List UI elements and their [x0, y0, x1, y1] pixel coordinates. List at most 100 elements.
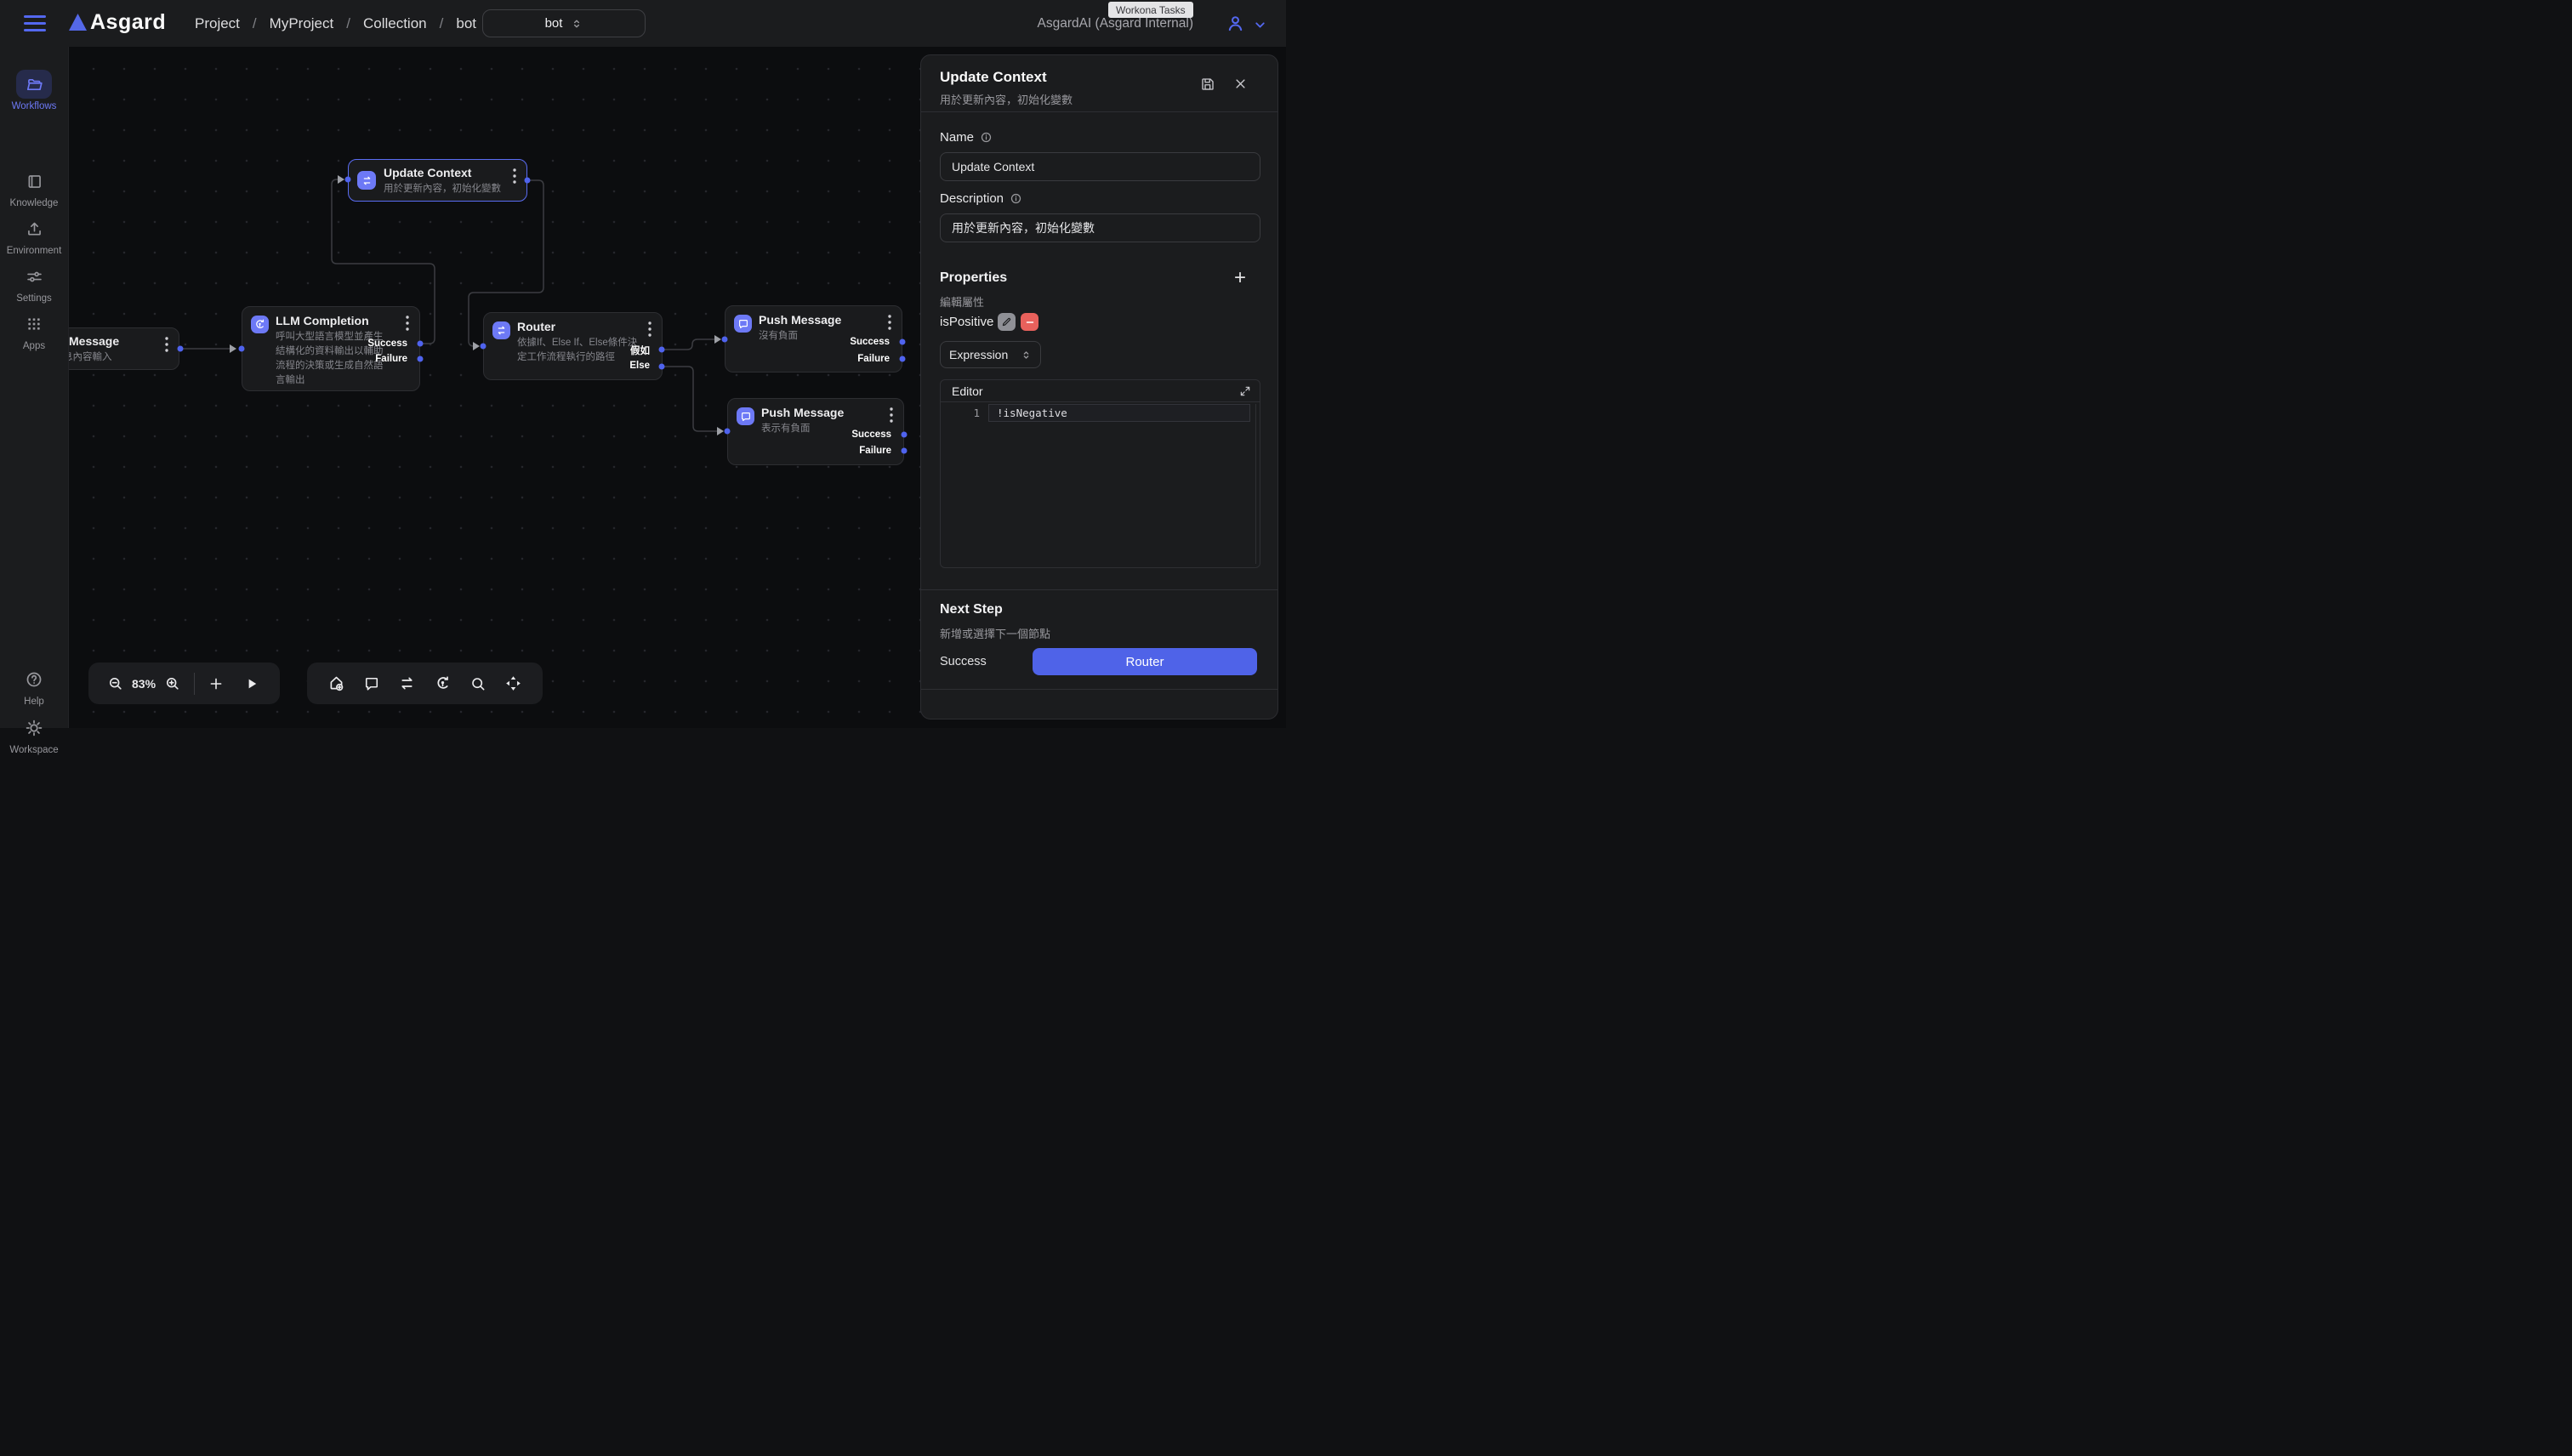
- port-dot[interactable]: [900, 339, 906, 345]
- sidebar-item-help[interactable]: Help: [0, 665, 68, 707]
- swap-node-icon[interactable]: [398, 674, 416, 692]
- sidebar-item-workspace[interactable]: Workspace: [0, 714, 68, 755]
- auto-layout-icon[interactable]: [504, 674, 522, 692]
- kebab-menu-icon[interactable]: [888, 315, 891, 330]
- expression-editor: Editor 1 !isNegative: [940, 379, 1260, 568]
- workona-tasks-chip[interactable]: Workona Tasks: [1108, 2, 1193, 18]
- info-icon: [1010, 192, 1022, 205]
- next-step-target-button[interactable]: Router: [1033, 648, 1257, 675]
- port-dot[interactable]: [902, 432, 908, 438]
- port-label-if: 假如: [630, 344, 650, 357]
- node-title: Push Message: [759, 313, 841, 327]
- zoom-in-icon[interactable]: [164, 675, 180, 691]
- user-icon[interactable]: [1226, 14, 1245, 33]
- chat-bubble-icon: [737, 407, 754, 425]
- workflow-select[interactable]: bot: [482, 9, 646, 37]
- delete-property-button[interactable]: [1021, 313, 1038, 331]
- properties-subtitle: 編輯屬性: [940, 293, 984, 310]
- sidebar-item-workflows[interactable]: Workflows: [0, 70, 68, 111]
- llm-icon: [251, 316, 269, 333]
- expression-code: !isNegative: [989, 407, 1067, 419]
- port-dot[interactable]: [418, 341, 424, 347]
- sidebar-item-environment[interactable]: Environment: [0, 214, 68, 256]
- breadcrumb-myproject[interactable]: MyProject: [270, 15, 334, 32]
- editor-header: Editor: [941, 380, 1260, 402]
- breadcrumb-collection[interactable]: Collection: [363, 15, 427, 32]
- info-icon: [980, 131, 993, 144]
- run-workflow-icon[interactable]: [244, 676, 259, 691]
- code-current-line[interactable]: !isNegative: [988, 404, 1250, 422]
- node-update-context[interactable]: Update Context 用於更新內容，初始化變數: [348, 159, 527, 202]
- search-icon[interactable]: [469, 675, 487, 692]
- upload-icon: [26, 220, 43, 238]
- node-llm-completion[interactable]: LLM Completion 呼叫大型語言模型並產生結構化的資料輸出以輔助流程的…: [242, 306, 420, 391]
- edge-arrow-icon: [230, 175, 724, 435]
- property-name: isPositive: [940, 315, 993, 329]
- llm-node-icon[interactable]: [434, 674, 452, 692]
- properties-panel: Update Context 用於更新內容，初始化變數 Name Descrip…: [920, 54, 1278, 719]
- name-label: Name: [940, 130, 993, 145]
- panel-title: Update Context: [940, 69, 1047, 86]
- properties-title: Properties: [940, 270, 1007, 286]
- port-dot[interactable]: [178, 346, 184, 352]
- sidebar-item-settings[interactable]: Settings: [0, 262, 68, 304]
- add-node-icon[interactable]: [208, 676, 224, 691]
- expand-icon[interactable]: [1239, 385, 1251, 397]
- port-dot[interactable]: [345, 177, 351, 183]
- port-dot[interactable]: [525, 178, 531, 184]
- port-dot[interactable]: [902, 448, 908, 454]
- book-icon: [26, 173, 43, 191]
- chevron-down-icon[interactable]: [1253, 18, 1267, 32]
- port-label-success: Success: [850, 337, 890, 347]
- property-type-select[interactable]: Expression: [940, 341, 1041, 368]
- folder-open-icon: [26, 76, 43, 94]
- message-node-icon[interactable]: [363, 675, 380, 692]
- node-title: Update Context: [384, 166, 471, 179]
- next-step-title: Next Step: [940, 602, 1003, 617]
- zoom-out-icon[interactable]: [107, 675, 123, 691]
- zoom-level: 83%: [132, 677, 156, 691]
- breadcrumb-project[interactable]: Project: [195, 15, 240, 32]
- kebab-menu-icon[interactable]: [513, 168, 516, 184]
- description-input[interactable]: [940, 213, 1260, 242]
- port-dot[interactable]: [659, 364, 665, 370]
- node-router[interactable]: Router 依據If、Else If、Else條件決定工作流程執行的路徑 假如…: [483, 312, 663, 380]
- node-description: 用於更新內容，初始化變數: [384, 182, 501, 196]
- sidebar-item-knowledge[interactable]: Knowledge: [0, 167, 68, 208]
- save-icon[interactable]: [1200, 77, 1215, 92]
- close-icon[interactable]: [1234, 77, 1247, 90]
- name-input[interactable]: [940, 152, 1260, 181]
- node-push-message-1[interactable]: Push Message 沒有負面 Success Failure: [725, 305, 902, 373]
- port-label-success: Success: [851, 429, 891, 440]
- line-number: 1: [941, 407, 980, 419]
- edit-property-button[interactable]: [998, 313, 1016, 331]
- port-dot[interactable]: [725, 429, 731, 435]
- node-push-message-2[interactable]: Push Message 表示有負面 Success Failure: [727, 398, 904, 465]
- swap-arrows-icon: [357, 171, 376, 190]
- brand-name: Asgard: [90, 10, 166, 35]
- port-dot[interactable]: [481, 344, 487, 350]
- node-message[interactable]: Message 息內容輸入: [68, 327, 179, 370]
- sidebar-item-apps[interactable]: Apps: [0, 310, 68, 351]
- editor-scrollbar[interactable]: [1255, 404, 1256, 564]
- add-property-button[interactable]: +: [1234, 268, 1246, 288]
- breadcrumb-bot[interactable]: bot: [456, 15, 476, 32]
- kebab-menu-icon[interactable]: [165, 337, 168, 352]
- kebab-menu-icon[interactable]: [406, 316, 409, 331]
- port-dot[interactable]: [239, 346, 245, 352]
- port-dot[interactable]: [722, 337, 728, 343]
- port-label-failure: Failure: [857, 354, 890, 364]
- port-dot[interactable]: [900, 356, 906, 362]
- hamburger-menu-icon[interactable]: [24, 15, 46, 31]
- edge-lines: [180, 179, 717, 431]
- kebab-menu-icon[interactable]: [648, 321, 652, 337]
- port-dot[interactable]: [659, 347, 665, 353]
- port-label-failure: Failure: [859, 446, 891, 456]
- tools-toolbar: [307, 663, 543, 704]
- node-title: Message: [69, 334, 119, 348]
- trigger-node-icon[interactable]: [327, 674, 345, 692]
- next-step-port-label: Success: [940, 655, 987, 668]
- chat-bubble-icon: [734, 315, 752, 333]
- port-dot[interactable]: [418, 356, 424, 362]
- kebab-menu-icon[interactable]: [890, 407, 893, 423]
